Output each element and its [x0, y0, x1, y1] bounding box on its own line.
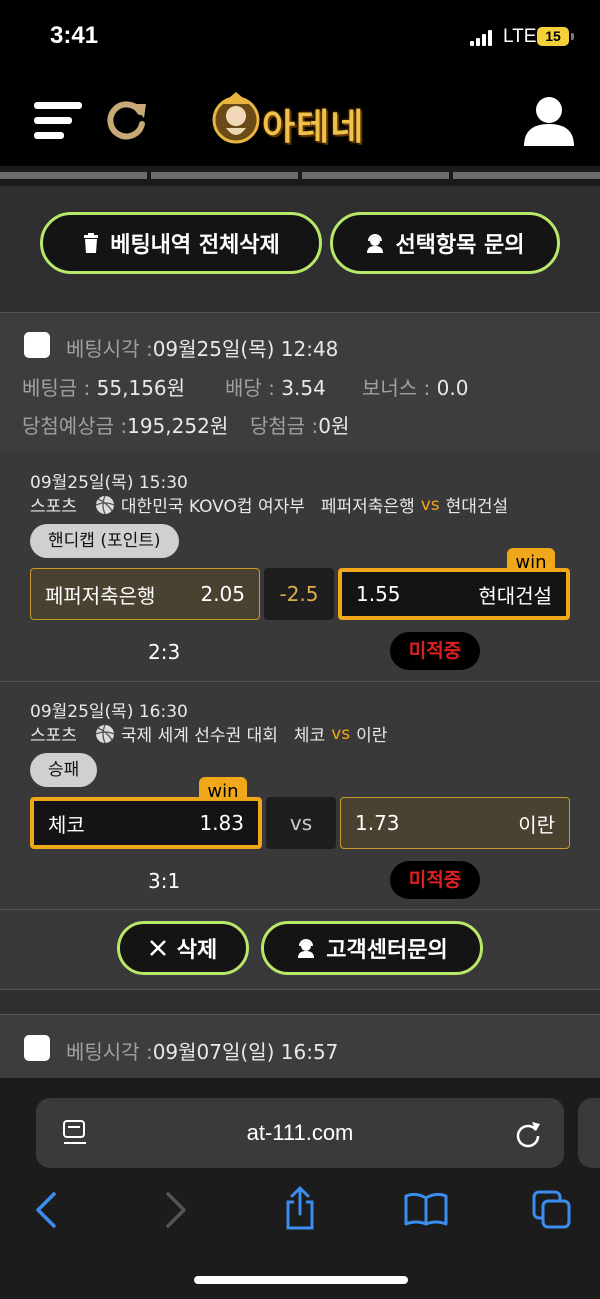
away-team-label: 현대건설: [478, 583, 552, 608]
forward-icon[interactable]: [164, 1192, 188, 1228]
delete-bet-label: 삭제: [176, 938, 218, 963]
support-agent-icon: [298, 939, 315, 958]
bet-select-checkbox[interactable]: [24, 332, 50, 358]
home-odds: 2.05: [200, 582, 245, 606]
game-meta: 스포츠 국제 세계 선수권 대회 체코 vs 이란: [30, 721, 388, 747]
market-tag: 승패: [30, 753, 98, 787]
close-icon: [149, 940, 166, 956]
menu-icon[interactable]: [34, 100, 82, 142]
game-meta: 스포츠 대한민국 KOVO컵 여자부 페퍼저축은행 vs 현대건설: [30, 492, 509, 518]
tab-indicator[interactable]: [0, 172, 147, 179]
battery-icon: 15: [537, 27, 569, 46]
sport-label: 스포츠: [30, 497, 77, 517]
customer-support-button[interactable]: 고객센터문의: [261, 921, 483, 975]
vs-label: vs: [331, 723, 351, 744]
trash-icon: [84, 233, 99, 253]
tab-indicator[interactable]: [151, 172, 298, 179]
away-team: 현대건설: [445, 497, 509, 517]
tab-indicator[interactable]: [453, 172, 600, 179]
handicap-value: -2.5: [264, 568, 334, 620]
bet-time-label: 베팅시각 :: [66, 1040, 153, 1064]
market-tag: 핸디캡 (포인트): [30, 524, 179, 558]
reload-icon[interactable]: [514, 1120, 542, 1148]
away-odds-option[interactable]: 1.73 이란: [340, 797, 570, 849]
stake-value: 55,156원: [96, 376, 186, 400]
bet-time: 09월07일(일) 16:57: [152, 1040, 339, 1064]
tab-indicator[interactable]: [302, 172, 449, 179]
bonus-value: 0.0: [436, 376, 469, 400]
logo-text: 아테네: [262, 107, 365, 148]
support-agent-icon: [367, 234, 384, 253]
sport-label: 스포츠: [30, 726, 77, 746]
volleyball-icon: [95, 724, 115, 743]
share-icon[interactable]: [282, 1186, 318, 1230]
vs-box: vs: [266, 797, 336, 849]
delete-bet-button[interactable]: 삭제: [117, 921, 249, 975]
user-icon[interactable]: [522, 96, 576, 146]
game-datetime: 09월25일(목) 15:30: [30, 473, 188, 493]
vs-label: vs: [420, 494, 440, 515]
result-badge: 미적중: [390, 861, 480, 899]
payout-label: 당첨금 :: [250, 414, 319, 438]
home-team: 체코: [293, 726, 326, 746]
league-name: 대한민국 KOVO컵 여자부: [120, 497, 305, 517]
bet-select-checkbox[interactable]: [24, 1035, 50, 1061]
result-badge: 미적중: [390, 632, 480, 670]
url-text[interactable]: at-111.com: [36, 1120, 564, 1146]
home-odds-option[interactable]: 페퍼저축은행 2.05: [30, 568, 260, 620]
tabs-icon[interactable]: [532, 1190, 572, 1230]
home-indicator[interactable]: [194, 1276, 408, 1284]
back-icon[interactable]: [34, 1192, 58, 1228]
game-score: 3:1: [148, 869, 181, 893]
refresh-icon[interactable]: [104, 98, 148, 142]
delete-all-label: 베팅내역 전체삭제: [110, 233, 280, 258]
odds-value: 3.54: [281, 376, 326, 400]
game-score: 2:3: [148, 640, 181, 664]
payout-value: 0원: [318, 414, 350, 438]
signal-icon: [470, 30, 496, 46]
network-label: LTE: [503, 26, 537, 47]
home-odds-option-selected[interactable]: 체코 1.83: [30, 797, 262, 849]
status-time: 3:41: [50, 22, 99, 49]
card-footer-divider: [0, 909, 600, 910]
customer-support-label: 고객센터문의: [326, 938, 448, 963]
expected-win-value: 195,252원: [127, 414, 229, 438]
home-odds: 1.83: [199, 811, 244, 835]
delete-all-bets-button[interactable]: 베팅내역 전체삭제: [40, 212, 322, 274]
away-odds: 1.55: [356, 582, 401, 606]
odds-label: 배당 :: [225, 376, 275, 400]
next-tab-preview[interactable]: [578, 1098, 600, 1168]
league-name: 국제 세계 선수권 대회: [120, 726, 278, 746]
bookmarks-icon[interactable]: [404, 1192, 448, 1226]
bet-time-label: 베팅시각 :: [66, 337, 153, 361]
volleyball-icon: [95, 495, 115, 514]
away-odds: 1.73: [355, 811, 400, 835]
game-datetime: 09월25일(목) 16:30: [30, 702, 188, 722]
away-team-label: 이란: [518, 812, 555, 837]
game-divider: [0, 681, 600, 682]
home-team: 페퍼저축은행: [320, 497, 415, 517]
bonus-label: 보너스 :: [362, 376, 431, 400]
away-team: 이란: [356, 726, 388, 746]
inquire-selected-label: 선택항목 문의: [395, 233, 525, 258]
home-team-label: 페퍼저축은행: [45, 583, 156, 608]
expected-win-label: 당첨예상금 :: [22, 414, 128, 438]
bet-time: 09월25일(목) 12:48: [152, 337, 339, 361]
battery-cap: [571, 33, 574, 40]
inquire-selected-button[interactable]: 선택항목 문의: [330, 212, 560, 274]
home-team-label: 체코: [48, 812, 85, 837]
stake-label: 베팅금 :: [22, 376, 91, 400]
away-odds-option-selected[interactable]: 1.55 현대건설: [338, 568, 570, 620]
